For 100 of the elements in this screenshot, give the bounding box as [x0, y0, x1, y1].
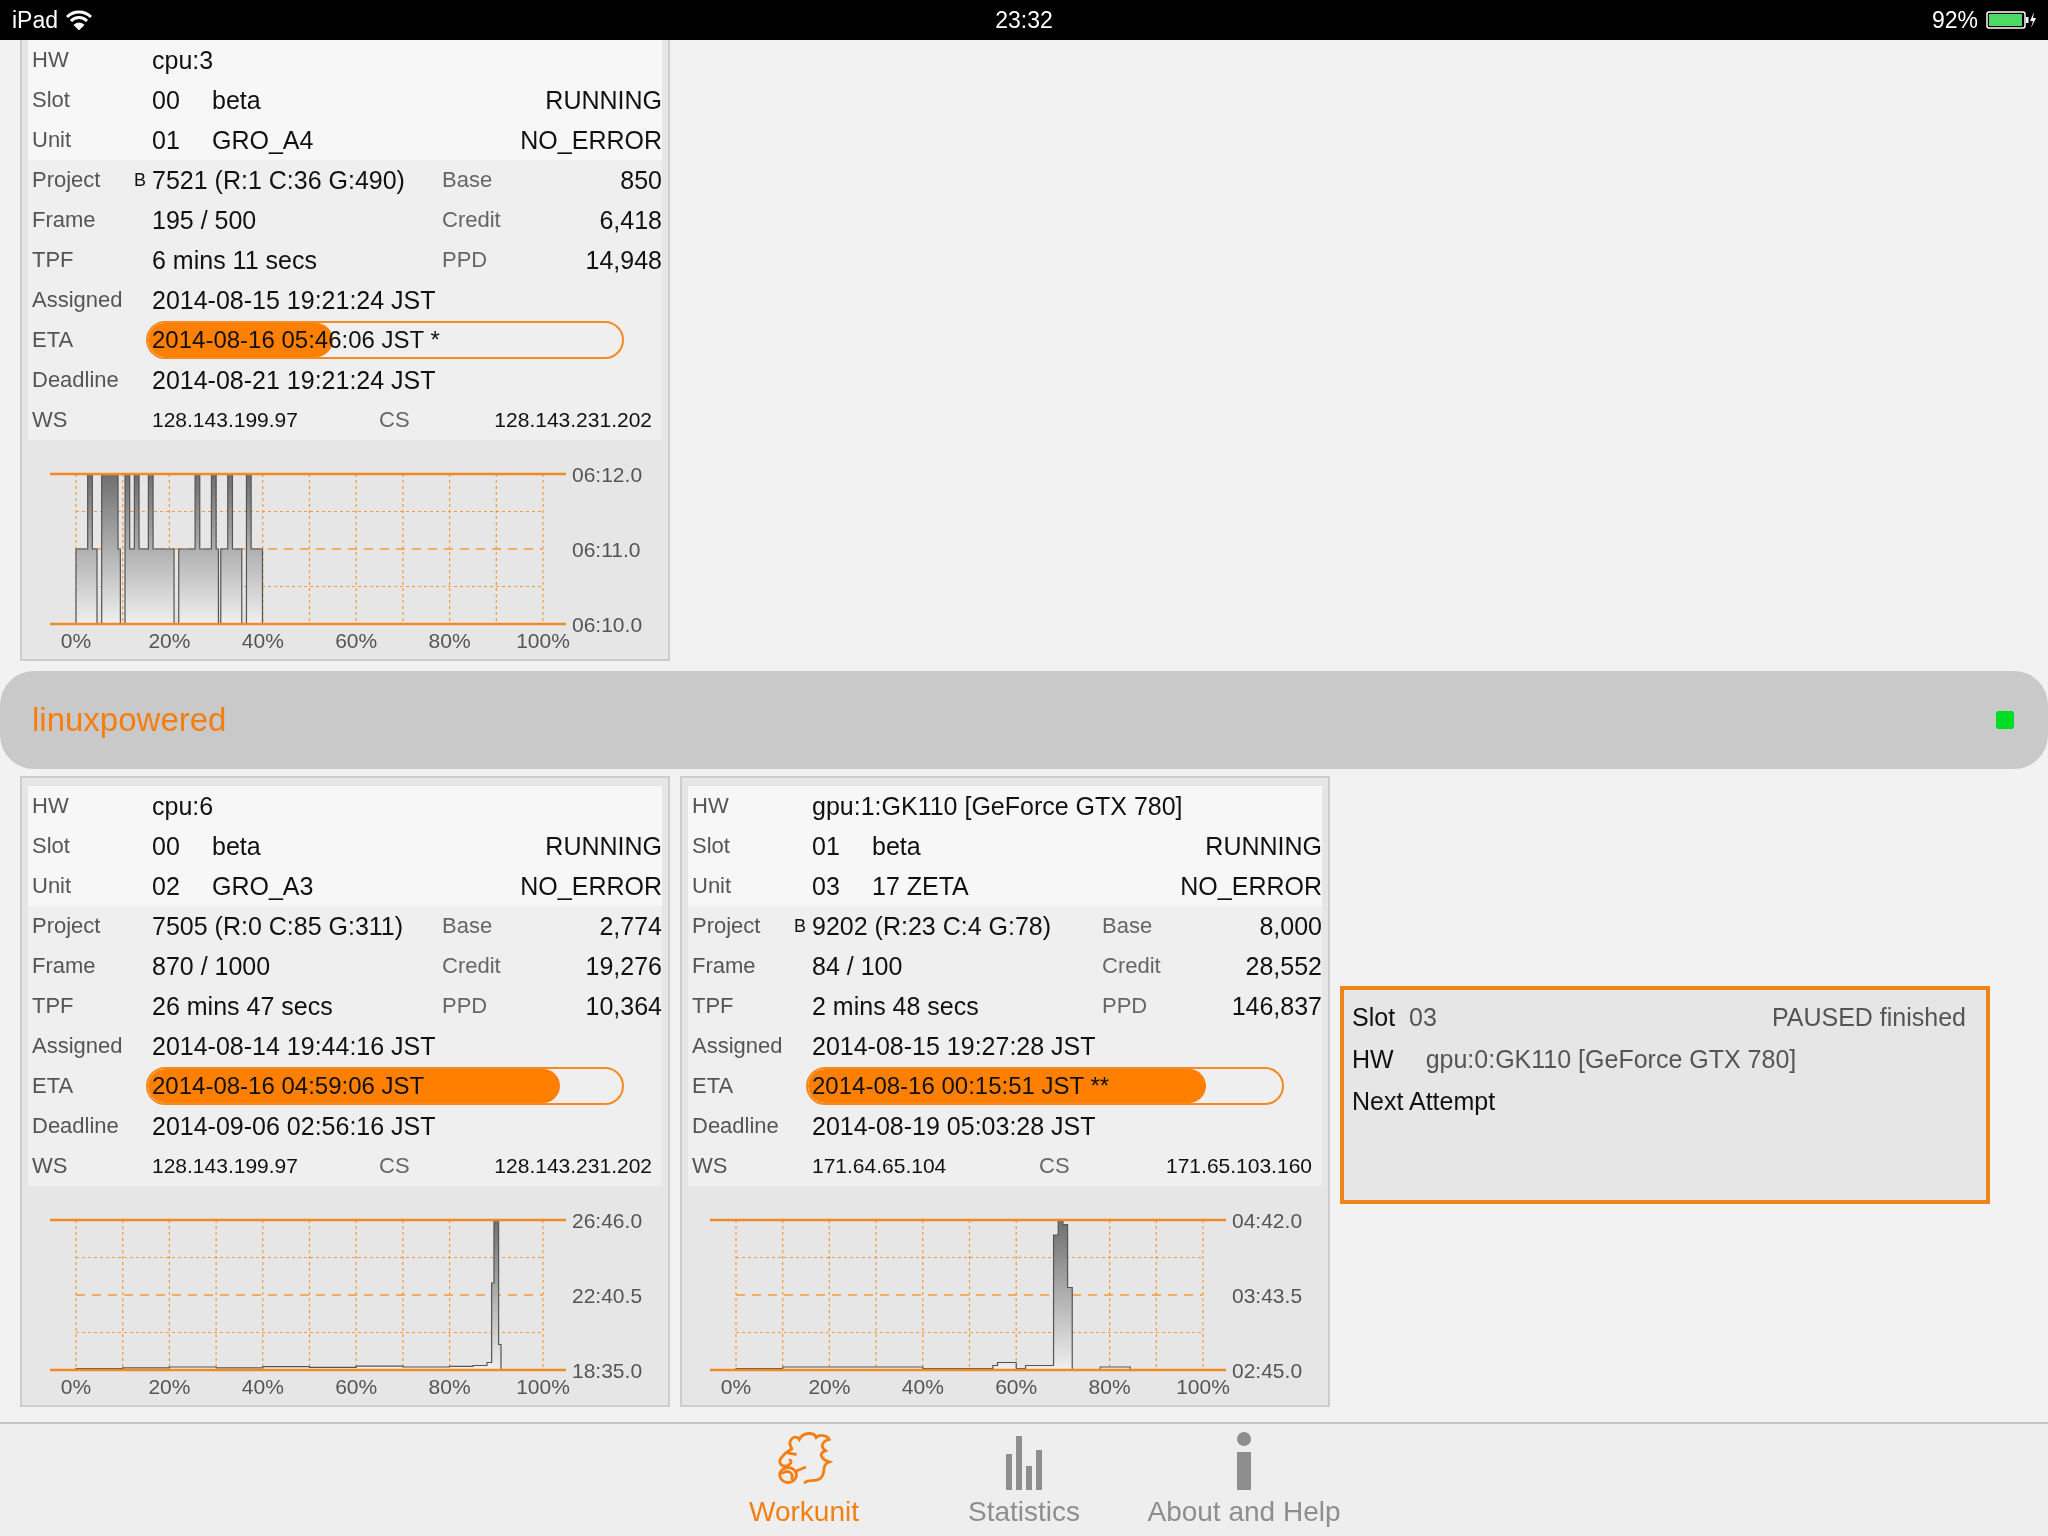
- x-axis-label: 80%: [1088, 1375, 1131, 1398]
- tab[interactable]: Workunit: [694, 1424, 914, 1536]
- x-axis-label: 0%: [60, 1375, 92, 1398]
- x-axis-label: 100%: [516, 1375, 570, 1398]
- field-label: Deadline: [692, 1113, 780, 1139]
- field-label: Credit: [1102, 953, 1162, 979]
- field-value: 28,552: [1245, 951, 1322, 981]
- field-label: TPF: [692, 993, 735, 1019]
- field-label: Deadline: [32, 1113, 120, 1139]
- field-label: HW: [32, 47, 70, 73]
- field-value: 2014-08-21 19:21:24 JST: [152, 365, 436, 395]
- field-label: ETA: [32, 327, 75, 353]
- field-value: 03: [812, 871, 841, 901]
- field-value: 195 / 500: [152, 205, 258, 235]
- field-value: 146,837: [1231, 991, 1322, 1021]
- x-axis-label: 60%: [335, 629, 378, 652]
- x-axis-label: 80%: [428, 629, 471, 652]
- y-axis-label: 06:10.0: [572, 613, 643, 636]
- x-axis-label: 20%: [808, 1375, 851, 1398]
- field-label: CS: [379, 407, 411, 433]
- field-value: 02: [152, 871, 181, 901]
- x-axis-label: 20%: [148, 629, 191, 652]
- field-label: HW: [692, 793, 730, 819]
- field-value: 9202 (R:23 C:4 G:78): [812, 911, 1052, 941]
- field-label: Frame: [32, 953, 97, 979]
- y-axis-label: 03:43.5: [1232, 1284, 1303, 1307]
- field-label: ETA: [692, 1073, 735, 1099]
- x-axis-label: 60%: [335, 1375, 378, 1398]
- field-label: PPD: [442, 993, 489, 1019]
- field-value: cpu:6: [152, 791, 214, 821]
- field-value: 6 mins 11 secs: [152, 245, 318, 275]
- field-value: 03: [1409, 1002, 1437, 1032]
- field-value: 2,774: [599, 911, 662, 941]
- field-value: 2014-08-15 19:27:28 JST: [812, 1031, 1096, 1061]
- host-banner[interactable]: linuxpowered: [0, 671, 2048, 769]
- beta-label: B: [794, 915, 806, 936]
- field-label: Unit: [32, 873, 73, 899]
- field-label: Deadline: [32, 367, 120, 393]
- field-value: 10,364: [585, 991, 662, 1021]
- field-label: HW: [32, 793, 70, 819]
- field-value: 2014-08-19 05:03:28 JST: [812, 1111, 1096, 1141]
- x-axis-label: 100%: [516, 629, 570, 652]
- field-value: 171.64.65.104: [812, 1154, 948, 1178]
- eta-value: 2014-08-16 00:15:51 JST **: [811, 1072, 1110, 1100]
- tab[interactable]: Statistics: [914, 1424, 1134, 1536]
- field-value: GRO_A3: [212, 871, 314, 901]
- status-value: RUNNING: [1205, 831, 1322, 861]
- field-label: Credit: [442, 953, 502, 979]
- y-axis-label: 26:46.0: [572, 1209, 643, 1232]
- battery-icon: [1986, 10, 2036, 30]
- field-value: 870 / 1000: [152, 951, 272, 981]
- field-value: 128.143.199.97: [152, 408, 299, 432]
- field-value: 6,418: [599, 205, 662, 235]
- field-label: Base: [442, 913, 494, 939]
- field-label: Slot: [32, 833, 71, 859]
- bar-chart-icon: [1004, 1434, 1044, 1490]
- field-value: 26 mins 47 secs: [152, 991, 334, 1021]
- tab[interactable]: About and Help: [1134, 1424, 1354, 1536]
- field-label: Slot: [692, 833, 731, 859]
- x-axis-label: 40%: [241, 1375, 284, 1398]
- y-axis-label: 18:35.0: [572, 1359, 643, 1382]
- field-value: 7521 (R:1 C:36 G:490): [152, 165, 406, 195]
- field-label: Next Attempt: [1352, 1086, 1496, 1116]
- status-value: RUNNING: [545, 85, 662, 115]
- status-value: NO_ERROR: [520, 125, 662, 155]
- field-label: Unit: [32, 127, 73, 153]
- battery-percentage: 92%: [1931, 6, 1978, 34]
- field-label: Project: [32, 167, 102, 193]
- field-label: TPF: [32, 993, 75, 1019]
- field-value: beta: [212, 831, 261, 861]
- y-axis-label: 02:45.0: [1232, 1359, 1303, 1382]
- field-value: beta: [872, 831, 921, 861]
- field-value: 128.143.199.97: [152, 1154, 299, 1178]
- field-label: Base: [442, 167, 494, 193]
- field-value: GRO_A4: [212, 125, 314, 155]
- field-label: Frame: [32, 207, 97, 233]
- field-value: 850: [620, 165, 662, 195]
- field-value: 8,000: [1259, 911, 1322, 941]
- field-label: TPF: [32, 247, 75, 273]
- y-axis-label: 22:40.5: [572, 1284, 643, 1307]
- device-name: iPad: [12, 6, 59, 34]
- field-label: WS: [692, 1153, 729, 1179]
- field-label: PPD: [1102, 993, 1149, 1019]
- x-axis-label: 40%: [901, 1375, 944, 1398]
- field-value: gpu:0:GK110 [GeForce GTX 780]: [1425, 1044, 1797, 1074]
- field-value: 7505 (R:0 C:85 G:311): [152, 911, 405, 941]
- field-value: 2014-08-14 19:44:16 JST: [152, 1031, 436, 1061]
- field-label: ETA: [32, 1073, 75, 1099]
- y-axis-label: 06:11.0: [572, 538, 641, 561]
- field-label: WS: [32, 1153, 69, 1179]
- field-label: Project: [692, 913, 762, 939]
- host-name: linuxpowered: [32, 701, 227, 739]
- field-value: 128.143.231.202: [494, 408, 653, 432]
- field-label: Slot: [32, 87, 71, 113]
- status-value: PAUSED finished: [1771, 1002, 1967, 1032]
- eta-value: 2014-08-16 04:59:06 JST: [151, 1072, 425, 1100]
- field-value: 00: [152, 831, 181, 861]
- field-value: 171.65.103.160: [1166, 1154, 1313, 1178]
- field-label: Assigned: [32, 1033, 124, 1059]
- info-icon: [1234, 1432, 1254, 1490]
